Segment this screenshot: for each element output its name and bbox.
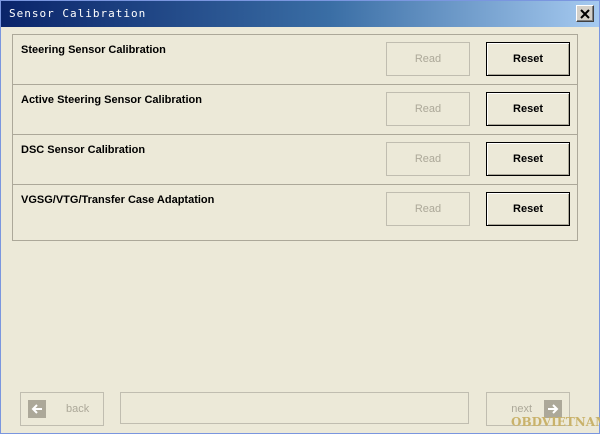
- row-label: DSC Sensor Calibration: [21, 144, 146, 156]
- window-title: Sensor Calibration: [9, 7, 147, 20]
- reset-button[interactable]: Reset: [486, 92, 570, 126]
- arrow-left-icon: [28, 400, 46, 418]
- calibration-row-active-steering: Active Steering Sensor Calibration Read …: [13, 85, 577, 135]
- calibration-row-vgsg: VGSG/VTG/Transfer Case Adaptation Read R…: [13, 185, 577, 235]
- reset-button[interactable]: Reset: [486, 42, 570, 76]
- next-label: next: [511, 403, 532, 415]
- read-button[interactable]: Read: [386, 42, 470, 76]
- reset-button[interactable]: Reset: [486, 142, 570, 176]
- calibration-list: Steering Sensor Calibration Read Reset A…: [12, 34, 578, 241]
- back-label: back: [66, 403, 90, 415]
- read-button[interactable]: Read: [386, 92, 470, 126]
- row-label: Steering Sensor Calibration: [21, 44, 166, 56]
- back-button[interactable]: back: [20, 392, 104, 426]
- calibration-row-dsc: DSC Sensor Calibration Read Reset: [13, 135, 577, 185]
- reset-button[interactable]: Reset: [486, 192, 570, 226]
- status-field: [120, 392, 469, 424]
- watermark-text: OBDVIETNAM: [511, 415, 600, 429]
- row-label: VGSG/VTG/Transfer Case Adaptation: [21, 194, 215, 206]
- close-icon: [580, 8, 590, 19]
- sensor-calibration-window: Sensor Calibration Steering Sensor Calib…: [0, 0, 600, 434]
- read-button[interactable]: Read: [386, 142, 470, 176]
- title-bar: Sensor Calibration: [1, 1, 599, 27]
- row-label: Active Steering Sensor Calibration: [21, 94, 202, 106]
- calibration-row-steering: Steering Sensor Calibration Read Reset: [13, 35, 577, 85]
- read-button[interactable]: Read: [386, 192, 470, 226]
- close-button[interactable]: [576, 5, 594, 22]
